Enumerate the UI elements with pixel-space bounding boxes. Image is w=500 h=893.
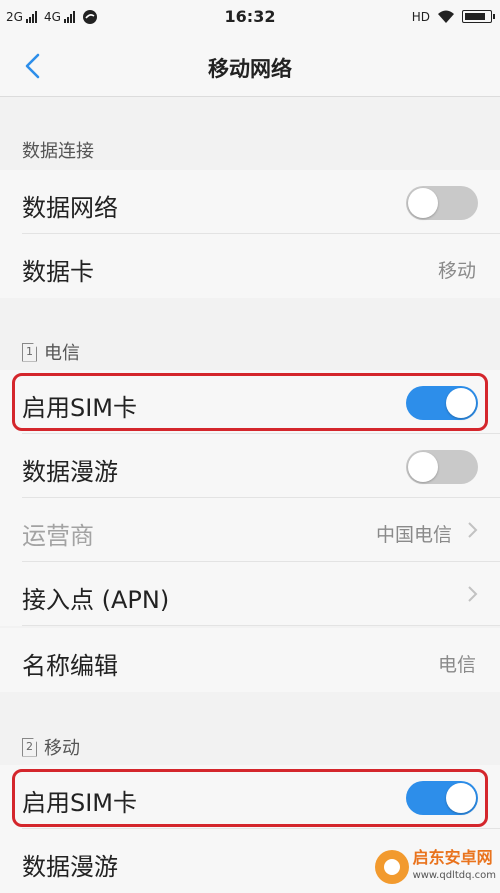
data-network-row[interactable]: 数据网络 [0, 170, 500, 234]
divider [22, 625, 500, 626]
data-network-toggle[interactable] [406, 186, 478, 220]
watermark-text: 启东安卓网 www.qdltdq.com [413, 849, 496, 885]
sim1-name-edit-row[interactable]: 名称编辑 电信 [0, 628, 500, 692]
sim1-enable-row[interactable]: 启用SIM卡 [0, 370, 500, 434]
status-right: HD [411, 9, 495, 24]
chevron-right-icon [468, 522, 478, 538]
sim1-data-roaming-toggle[interactable] [406, 450, 478, 484]
row-value: 移动 [437, 260, 476, 282]
sim2-enable-row[interactable]: 启用SIM卡 [0, 765, 500, 829]
section-title: 移动 [44, 738, 80, 759]
watermark-url: www.qdltdq.com [412, 870, 496, 881]
toggle-knob [408, 452, 438, 482]
sim-card-icon: 2 [22, 737, 37, 757]
sim1-apn-row[interactable]: 接入点 (APN) [0, 562, 500, 626]
section-header-sim2: 2 移动 [0, 727, 500, 767]
hd-indicator: HD [411, 9, 430, 24]
toggle-knob [446, 783, 476, 813]
data-card-row[interactable]: 数据卡 移动 [0, 234, 500, 298]
row-value: 中国电信 [375, 524, 452, 546]
row-label: 运营商 [22, 522, 94, 550]
section-header-sim1: 1 电信 [0, 332, 500, 372]
sim1-data-roaming-row[interactable]: 数据漫游 [0, 434, 500, 498]
row-label: 数据网络 [22, 194, 118, 222]
section-title: 电信 [44, 343, 80, 364]
row-label: 数据漫游 [22, 458, 118, 486]
page-title: 移动网络 [208, 57, 292, 81]
section-title: 数据连接 [22, 141, 94, 162]
sim-card-icon: 1 [22, 342, 37, 362]
nav-bar: 移动网络 [0, 36, 500, 97]
wifi-icon [438, 10, 454, 23]
watermark: 启东安卓网 www.qdltdq.com [374, 849, 496, 885]
watermark-logo-icon [374, 850, 409, 884]
row-label: 启用SIM卡 [22, 394, 138, 422]
toggle-knob [408, 188, 438, 218]
section-header-data-connection: 数据连接 [0, 130, 500, 170]
chevron-right-icon [468, 586, 478, 602]
row-value: 电信 [437, 654, 476, 676]
status-bar: 2G 4G 16:32 HD [0, 0, 500, 36]
sim1-enable-toggle[interactable] [406, 386, 478, 420]
row-label: 名称编辑 [22, 652, 118, 680]
watermark-name: 启东安卓网 [412, 848, 493, 867]
toggle-knob [446, 388, 476, 418]
row-label: 接入点 (APN) [22, 586, 170, 614]
row-label: 数据漫游 [22, 853, 118, 881]
sim2-enable-toggle[interactable] [406, 781, 478, 815]
row-label: 启用SIM卡 [22, 789, 138, 817]
battery-icon [462, 10, 495, 23]
battery-level [465, 13, 485, 20]
sim1-carrier-row[interactable]: 运营商 中国电信 [0, 498, 500, 562]
row-label: 数据卡 [22, 258, 94, 286]
